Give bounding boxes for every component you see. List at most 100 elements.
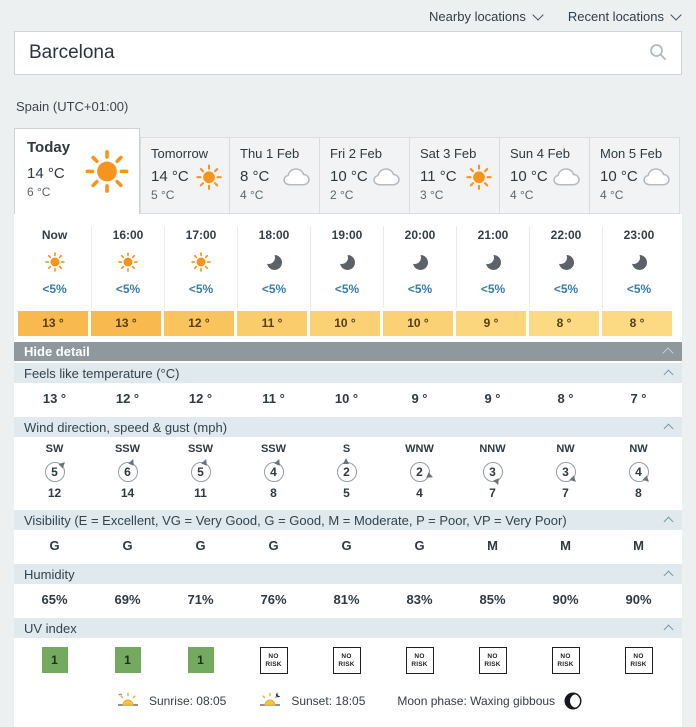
feels-like-values-row: 13 °12 °12 °11 °10 °9 °9 °8 °7 ° (14, 383, 682, 415)
chevron-up-icon (664, 625, 674, 635)
hour-time-label: 23:00 (603, 228, 675, 242)
day-tab-mon-5-feb[interactable]: Mon 5 Feb10 °C4 °C (590, 137, 680, 214)
sunrise-label: Sunrise: 08:05 (149, 694, 226, 708)
moon-icon (267, 255, 282, 270)
wind-cell: NW48 (602, 437, 675, 508)
cloud-icon (551, 165, 582, 192)
moon-phase-label: Moon phase: Waxing gibbous (397, 694, 555, 708)
temperature-band-cell: 10 ° (383, 311, 453, 336)
section-header-visibility[interactable]: Visibility (E = Excellent, VG = Very Goo… (14, 510, 682, 530)
section-header-uv-index[interactable]: UV index (14, 618, 682, 638)
humidity-values-row: 65%69%71%76%81%83%85%90%90% (14, 584, 682, 616)
hour-time-label: 18:00 (238, 228, 310, 242)
nearby-locations-link[interactable]: Nearby locations (429, 9, 542, 24)
wind-arrow (403, 455, 437, 489)
humidity-value: 65% (18, 584, 91, 616)
section-label: UV index (24, 621, 77, 636)
hour-time-label: 19:00 (311, 228, 383, 242)
chevron-down-icon (532, 9, 543, 20)
wind-speed-arrow-icon: 2 (407, 459, 433, 485)
sun-icon (466, 164, 492, 195)
day-tab-name: Sun 4 Feb (510, 146, 589, 161)
visibility-value: G (18, 530, 91, 562)
uv-cell: NORISK (310, 647, 383, 674)
cloud-icon (281, 165, 312, 192)
uv-cell: NORISK (383, 647, 456, 674)
day-tab-sun-4-feb[interactable]: Sun 4 Feb10 °C4 °C (500, 137, 590, 214)
hide-detail-label: Hide detail (24, 344, 90, 359)
feels-like-value: 7 ° (602, 383, 675, 415)
chevron-up-icon (664, 424, 674, 434)
wind-cell: NW37 (529, 437, 602, 508)
section-header-feels-like[interactable]: Feels like temperature (°C) (14, 363, 682, 383)
day-tab-name: Tomorrow (151, 146, 229, 161)
day-tab-name: Fri 2 Feb (330, 146, 409, 161)
section-header-humidity[interactable]: Humidity (14, 564, 682, 584)
section-header-wind[interactable]: Wind direction, speed & gust (mph) (14, 417, 682, 437)
wind-arrow-head (273, 458, 281, 466)
uv-cell: NORISK (237, 647, 310, 674)
hour-col-20-00: 20:00<5% (383, 226, 456, 308)
section-label: Humidity (24, 567, 75, 582)
hour-time-label: 20:00 (384, 228, 456, 242)
precipitation-chance: <5% (165, 282, 237, 296)
day-tab-sat-3-feb[interactable]: Sat 3 Feb11 °C3 °C (410, 137, 500, 214)
visibility-value: G (237, 530, 310, 562)
sunset-icon (258, 692, 282, 710)
hour-time-label: 17:00 (165, 228, 237, 242)
day-tab-name: Mon 5 Feb (600, 146, 679, 161)
moon-icon (311, 252, 383, 272)
visibility-value: G (383, 530, 456, 562)
wind-speed-arrow-icon: 2 (334, 459, 360, 485)
moon-icon (486, 255, 501, 270)
visibility-value: M (602, 530, 675, 562)
uv-no-risk-badge: NORISK (260, 647, 288, 674)
day-tab-today[interactable]: Today14 °C6 °C (14, 128, 140, 214)
forecast-panel: Today14 °C6 °CTomorrow14 °C5 °CThu 1 Feb… (14, 128, 682, 727)
uv-cell: NORISK (602, 647, 675, 674)
precipitation-chance: <5% (603, 282, 675, 296)
uv-cell: 1 (164, 647, 237, 674)
uv-cell: 1 (91, 647, 164, 674)
day-detail-panel: Now<5%16:00<5%17:00<5%18:00<5%19:00<5%20… (14, 214, 682, 727)
cloud-icon (371, 165, 402, 192)
sunset-label: Sunset: 18:05 (291, 694, 365, 708)
feels-like-value: 12 ° (91, 383, 164, 415)
wind-arrow-head (343, 458, 349, 464)
humidity-value: 85% (456, 584, 529, 616)
wind-arrow (111, 455, 145, 489)
humidity-value: 81% (310, 584, 383, 616)
hour-col-16-00: 16:00<5% (91, 226, 164, 308)
uv-cell: NORISK (529, 647, 602, 674)
hide-detail-toggle[interactable]: Hide detail (14, 342, 682, 361)
uv-no-risk-badge: NORISK (552, 647, 580, 674)
search-input[interactable] (15, 42, 635, 64)
wind-values-row: SW512SSW614SSW511SSW48S25WNW24NNW37NW37N… (14, 437, 682, 508)
moon-icon (238, 252, 310, 272)
wind-speed-arrow-icon: 5 (42, 459, 68, 485)
wind-cell: SSW614 (91, 437, 164, 508)
day-tab-tomorrow[interactable]: Tomorrow14 °C5 °C (140, 137, 230, 214)
wind-arrow-head (569, 475, 577, 483)
chevron-up-icon (664, 571, 674, 581)
recent-locations-link[interactable]: Recent locations (568, 9, 680, 24)
wind-cell: NNW37 (456, 437, 529, 508)
wind-direction: WNW (383, 443, 456, 455)
hour-col-23-00: 23:00 <5% (602, 226, 675, 308)
chevron-up-icon (664, 370, 674, 380)
location-search-box (14, 31, 682, 75)
search-button[interactable] (635, 32, 681, 74)
wind-arrow (476, 455, 510, 489)
day-tab-thu-1-feb[interactable]: Thu 1 Feb8 °C4 °C (230, 137, 320, 214)
visibility-value: M (529, 530, 602, 562)
temperature-band-cell: 8 ° (529, 311, 599, 336)
moon-icon (603, 252, 675, 272)
sun-icon (18, 252, 91, 272)
chevron-up-icon (662, 347, 673, 358)
feels-like-value: 9 ° (383, 383, 456, 415)
visibility-value: G (164, 530, 237, 562)
day-tab-fri-2-feb[interactable]: Fri 2 Feb10 °C2 °C (320, 137, 410, 214)
wind-speed-arrow-icon: 3 (553, 459, 579, 485)
wind-cell: SW512 (18, 437, 91, 508)
humidity-value: 90% (529, 584, 602, 616)
